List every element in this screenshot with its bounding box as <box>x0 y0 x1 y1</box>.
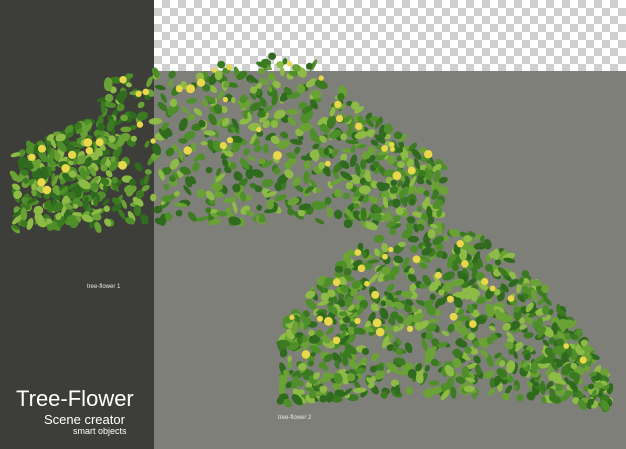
tree-flower-2-label: tree-flower 2 <box>278 415 312 421</box>
tree-flower-1-image <box>9 52 449 236</box>
brand-title: Tree-Flower <box>16 386 134 411</box>
tree-flower-2-image <box>276 223 614 413</box>
tree-flower-1-label: tree-flower 1 <box>87 284 121 290</box>
brand-tagline: smart objects <box>73 426 127 436</box>
brand-subtitle: Scene creator <box>44 412 125 427</box>
